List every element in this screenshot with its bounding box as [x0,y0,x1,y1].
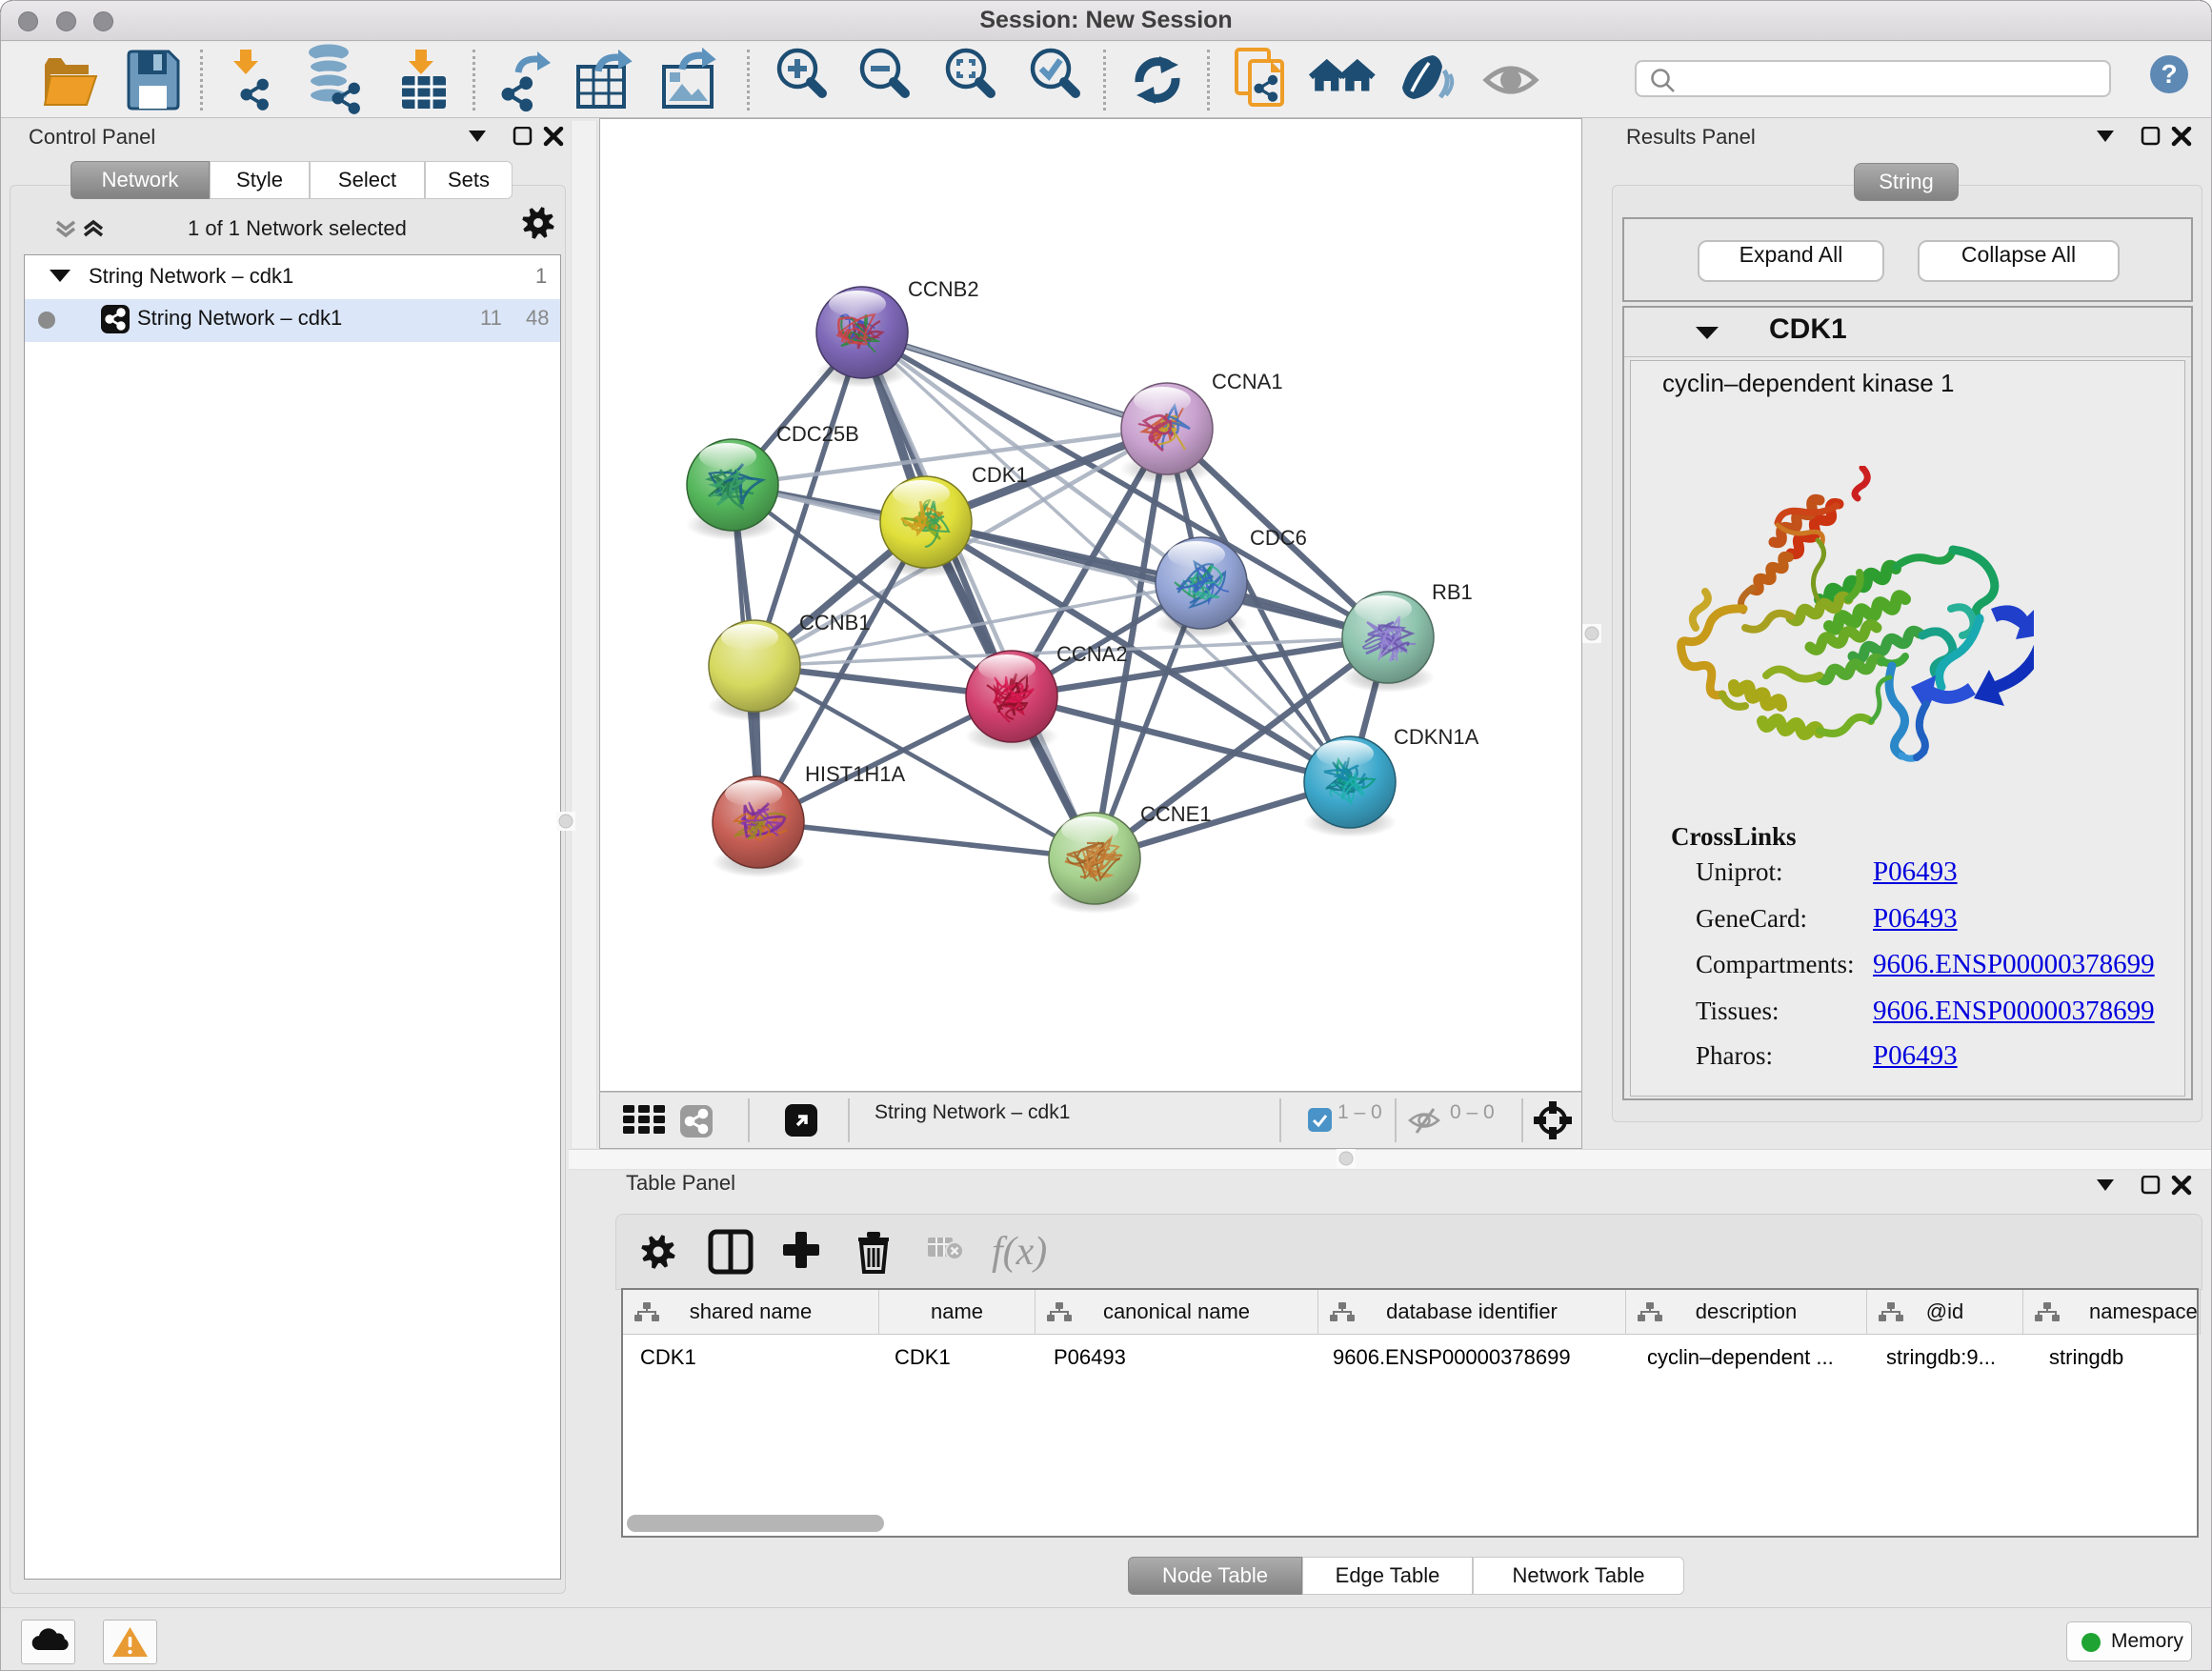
svg-text:CCNB2: CCNB2 [908,277,979,301]
svg-text:HIST1H1A: HIST1H1A [805,762,905,786]
svg-text:CCNA2: CCNA2 [1056,642,1128,666]
svg-text:CCNB1: CCNB1 [799,611,871,634]
svg-text:RB1: RB1 [1432,580,1473,604]
svg-text:CDK1: CDK1 [972,463,1028,487]
svg-text:?: ? [2161,59,2177,89]
svg-text:CDKN1A: CDKN1A [1394,725,1479,749]
svg-text:CDC6: CDC6 [1250,526,1307,550]
svg-text:CCNA1: CCNA1 [1212,370,1283,393]
svg-text:CDC25B: CDC25B [776,422,859,446]
svg-text:CCNE1: CCNE1 [1140,802,1212,826]
svg-text:f(x): f(x) [992,1230,1047,1274]
